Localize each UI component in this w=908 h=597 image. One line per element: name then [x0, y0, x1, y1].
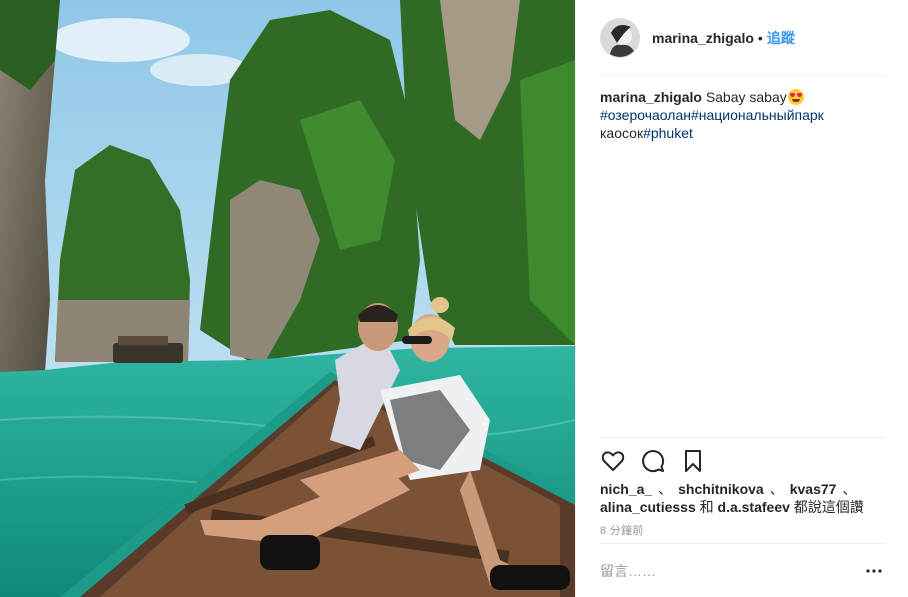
ellipsis-icon — [866, 569, 882, 573]
hashtag-link[interactable]: #phuket — [643, 125, 693, 141]
hashtag-link[interactable]: #озерочаолан — [600, 107, 691, 123]
liked-by-and: 和 — [699, 499, 714, 515]
comment-divider — [600, 543, 886, 544]
photo-canvas — [0, 0, 575, 597]
liked-by-separator: 、 — [842, 481, 857, 497]
caption-text-fragment: каосок — [600, 125, 644, 141]
header-username[interactable]: marina_zhigalo — [652, 30, 754, 46]
post-caption: marina_zhigalo Sabay sabay #озерочаолан#… — [600, 88, 870, 142]
post-photo[interactable] — [0, 0, 575, 597]
caption-username[interactable]: marina_zhigalo — [600, 89, 702, 105]
liked-by: nich_a_ 、 shchitnikova 、 kvas77 、 alina_cutie… — [600, 480, 900, 516]
liked-by-user[interactable]: d.a.stafeev — [718, 499, 790, 515]
avatar-image — [601, 19, 639, 57]
bookmark-icon[interactable] — [680, 448, 706, 474]
heart-icon[interactable] — [600, 448, 626, 474]
follow-button[interactable]: 追蹤 — [767, 28, 795, 48]
liked-by-user[interactable]: kvas77 — [790, 481, 837, 497]
caption-text: Sabay sabay — [705, 89, 787, 105]
liked-by-separator: 、 — [769, 481, 784, 497]
header-separator-dot: • — [757, 30, 763, 46]
liked-by-user[interactable]: nich_a_ — [600, 481, 652, 497]
comment-input[interactable] — [600, 563, 862, 579]
heart-eyes-emoji-icon — [787, 89, 804, 105]
post-side-panel: marina_zhigalo • 追蹤 marina_zhigalo Sabay… — [575, 0, 908, 597]
liked-by-suffix: 都說這個讚 — [793, 499, 864, 515]
post-actions — [600, 447, 886, 475]
hashtag-link[interactable]: #национальныйпарк — [691, 107, 824, 123]
liked-by-user[interactable]: shchitnikova — [678, 481, 764, 497]
post-header: marina_zhigalo • 追蹤 — [576, 0, 908, 76]
more-options-icon[interactable] — [862, 559, 886, 583]
avatar[interactable] — [600, 18, 640, 58]
liked-by-user[interactable]: alina_cutiesss — [600, 499, 696, 515]
actions-divider — [600, 437, 886, 438]
liked-by-separator: 、 — [658, 481, 673, 497]
post-timestamp[interactable]: 8 分鐘前 — [600, 522, 644, 538]
header-divider — [600, 75, 886, 76]
comment-icon[interactable] — [640, 448, 666, 474]
comment-bar — [600, 553, 886, 589]
